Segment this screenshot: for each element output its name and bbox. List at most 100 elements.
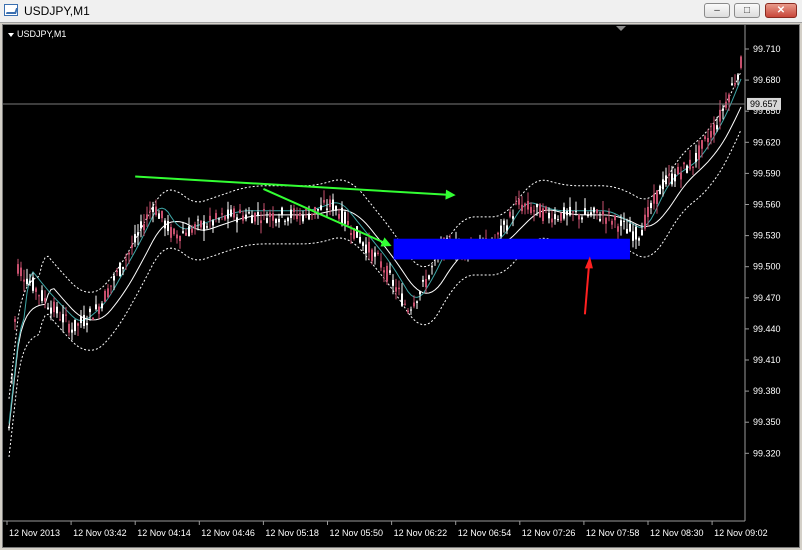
candle-body	[626, 228, 628, 234]
candle-body	[212, 220, 214, 226]
candle-body	[155, 206, 157, 215]
candle-body	[617, 226, 619, 232]
candle-body	[50, 307, 52, 314]
candle-body	[92, 317, 94, 320]
time-tick-label: 12 Nov 09:02	[714, 528, 768, 538]
candle-body	[17, 264, 19, 274]
candle-body	[713, 124, 715, 135]
candle-body	[179, 235, 181, 242]
candle-body	[38, 295, 40, 297]
lower-band	[8, 129, 742, 457]
candle-body	[206, 226, 208, 228]
candle-body	[269, 212, 271, 218]
candle-body	[278, 218, 280, 223]
candle-body	[149, 210, 151, 212]
candle-body	[44, 298, 46, 302]
candle-body	[245, 214, 247, 220]
candle-body	[68, 323, 70, 333]
candle-body	[689, 159, 691, 170]
candle-body	[572, 211, 574, 213]
candle-body	[329, 199, 331, 207]
price-tick-label: 99.530	[753, 231, 781, 241]
candle-body	[344, 211, 346, 224]
candle-body	[236, 217, 238, 223]
candle-body	[335, 206, 337, 211]
candle-body	[662, 179, 664, 190]
candle-body	[578, 214, 580, 220]
candle-body	[551, 218, 553, 223]
candle-body	[308, 213, 310, 220]
candle-body	[656, 190, 658, 204]
candle-body	[395, 287, 397, 292]
candle-body	[587, 214, 589, 217]
candle-body	[695, 152, 697, 162]
candle-body	[680, 172, 682, 180]
candle-body	[521, 204, 523, 212]
candle-body	[668, 174, 670, 176]
candle-body	[725, 101, 727, 108]
candle-body	[80, 316, 82, 323]
candle-body	[620, 220, 622, 226]
chart-area[interactable]: 99.710 99.680 99.650 99.620 99.590 99.560 99.5…	[2, 24, 800, 548]
candle-body	[530, 206, 532, 214]
candle-body	[284, 220, 286, 222]
candle-body	[500, 225, 502, 237]
candle-body	[374, 252, 376, 257]
candle-body	[734, 83, 736, 85]
candle-body	[407, 310, 409, 313]
time-tick-label: 12 Nov 07:58	[586, 528, 640, 538]
candle-body	[380, 261, 382, 268]
candle-body	[146, 214, 148, 219]
price-chart[interactable]: 99.71099.68099.65099.62099.59099.56099.5…	[3, 25, 799, 547]
candle-body	[683, 162, 685, 165]
candle-body	[197, 219, 199, 221]
candle-body	[629, 223, 631, 232]
minimize-button[interactable]: ‒	[704, 3, 730, 18]
candle-body	[605, 217, 607, 224]
candle-body	[638, 238, 640, 241]
candle-body	[701, 140, 703, 149]
candle-body	[20, 267, 22, 277]
candle-body	[371, 249, 373, 262]
candle-body	[131, 245, 133, 248]
candle-body	[83, 314, 85, 326]
candle-body	[419, 291, 421, 295]
candle-body	[707, 137, 709, 143]
candle-body	[608, 212, 610, 214]
candle-body	[401, 293, 403, 306]
candle-body	[137, 232, 139, 236]
candle-body	[716, 125, 718, 130]
candle-body	[125, 259, 127, 261]
candle-body	[377, 252, 379, 254]
candle-body	[410, 309, 412, 311]
candle-body	[62, 314, 64, 323]
price-tick-label: 99.590	[753, 168, 781, 178]
candle-body	[527, 200, 529, 210]
candle-body	[359, 237, 361, 243]
close-button[interactable]: ✕	[765, 3, 797, 18]
time-tick-label: 12 Nov 06:22	[394, 528, 448, 538]
candle-body	[422, 279, 424, 282]
price-tick-label: 99.680	[753, 75, 781, 85]
candle-body	[287, 217, 289, 222]
candle-body	[221, 213, 223, 215]
candle-body	[257, 212, 259, 216]
price-tick-label: 99.620	[753, 137, 781, 147]
maximize-button[interactable]: □	[734, 3, 760, 18]
candle-body	[413, 302, 415, 307]
candle-body	[98, 306, 100, 314]
candle-body	[593, 207, 595, 213]
candle-body	[398, 287, 400, 290]
candle-body	[242, 215, 244, 221]
candle-body	[116, 270, 118, 273]
time-tick-label: 12 Nov 04:14	[137, 528, 191, 538]
candle-body	[59, 319, 61, 321]
candle-body	[509, 211, 511, 217]
candle-body	[86, 323, 88, 326]
candle-body	[644, 214, 646, 229]
candle-body	[71, 329, 73, 333]
candle-body	[653, 194, 655, 204]
candle-body	[389, 270, 391, 273]
candle-body	[671, 173, 673, 185]
candle-body	[659, 185, 661, 195]
